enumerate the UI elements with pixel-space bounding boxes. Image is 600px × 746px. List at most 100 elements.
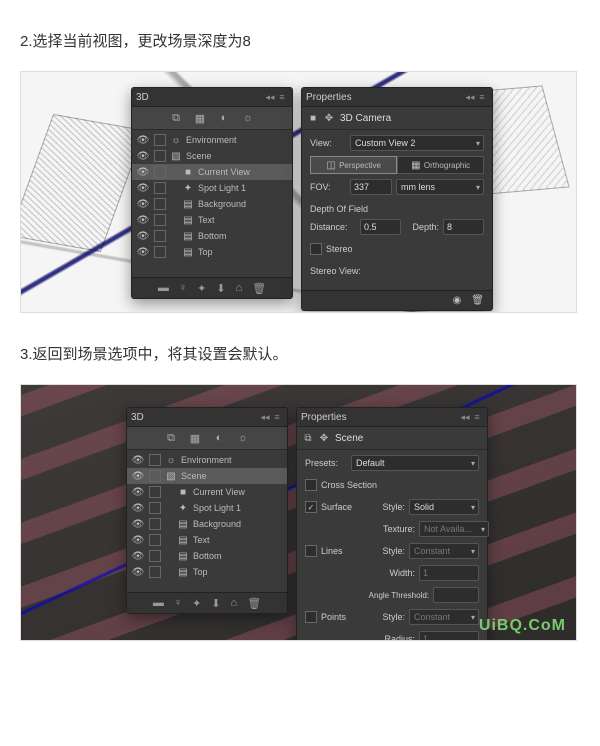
panel-header[interactable]: Properties ◂◂ ≡ (297, 408, 487, 427)
visibility-icon[interactable]: 👁 (131, 567, 145, 578)
view-dropdown[interactable]: Custom View 2 (350, 135, 484, 151)
visibility-icon[interactable]: 👁 (131, 535, 145, 546)
visibility-icon[interactable]: 👁 (136, 247, 150, 258)
mesh-icon[interactable]: ▦ (188, 431, 202, 445)
tree-row-text[interactable]: 👁▤Text (127, 532, 287, 548)
visibility-icon[interactable]: 👁 (136, 215, 150, 226)
camera-icon[interactable]: ✦ (192, 597, 201, 610)
light-icon[interactable]: ☼ (236, 431, 250, 445)
tree-row-spot-light-1[interactable]: 👁✦Spot Light 1 (127, 500, 287, 516)
select-box[interactable] (149, 502, 161, 514)
camera-icon[interactable]: ✦ (197, 282, 206, 295)
visibility-icon[interactable]: 👁 (131, 519, 145, 530)
select-box[interactable] (154, 166, 166, 178)
mesh-icon[interactable]: ▦ (193, 111, 207, 125)
orthographic-button[interactable]: ▦ Orthographic (397, 156, 484, 174)
tree-row-current-view[interactable]: 👁■Current View (127, 484, 287, 500)
material-icon[interactable]: ◐ (217, 111, 231, 125)
menu-icon[interactable]: ≡ (476, 92, 488, 102)
cross-section-checkbox[interactable] (305, 479, 317, 491)
panel-header[interactable]: 3D ◂◂ ≡ (127, 408, 287, 427)
points-checkbox[interactable] (305, 611, 317, 623)
visibility-icon[interactable]: 👁 (131, 487, 145, 498)
tree-row-background[interactable]: 👁▤Background (132, 196, 292, 212)
trash-icon[interactable]: 🗑 (247, 597, 261, 610)
perspective-button[interactable]: ◫ Perspective (310, 156, 397, 174)
presets-dropdown[interactable]: Default (351, 455, 479, 471)
panel-header[interactable]: Properties ◂◂ ≡ (302, 88, 492, 107)
collapse-icon[interactable]: ◂◂ (459, 412, 471, 423)
light-icon[interactable]: ☼ (241, 111, 255, 125)
select-box[interactable] (149, 518, 161, 530)
select-box[interactable] (154, 198, 166, 210)
ground-icon[interactable]: ▬ (158, 282, 169, 294)
select-box[interactable] (154, 150, 166, 162)
select-box[interactable] (149, 534, 161, 546)
menu-icon[interactable]: ≡ (471, 412, 483, 422)
visibility-icon[interactable]: 👁 (131, 503, 145, 514)
select-box[interactable] (149, 454, 161, 466)
visibility-icon[interactable]: 👁 (136, 231, 150, 242)
filter-icon[interactable]: ⧉ (164, 431, 178, 445)
select-box[interactable] (154, 182, 166, 194)
panel-header[interactable]: 3D ◂◂ ≡ (132, 88, 292, 107)
trash-icon[interactable]: 🗑 (471, 295, 484, 306)
visibility-icon[interactable]: 👁 (136, 151, 150, 162)
collapse-icon[interactable]: ◂◂ (259, 412, 271, 423)
collapse-icon[interactable]: ◂◂ (464, 92, 476, 103)
tree-row-scene[interactable]: 👁▧Scene (127, 468, 287, 484)
fov-unit-dropdown[interactable]: mm lens (396, 179, 484, 195)
tree-row-top[interactable]: 👁▤Top (132, 244, 292, 260)
lines-checkbox[interactable] (305, 545, 317, 557)
visibility-icon[interactable]: 👁 (136, 183, 150, 194)
tree-row-scene[interactable]: 👁▧Scene (132, 148, 292, 164)
visibility-icon[interactable]: 👁 (131, 471, 145, 482)
select-box[interactable] (149, 486, 161, 498)
new-icon[interactable]: ⌂ (231, 597, 238, 609)
scene-tree: 👁☼Environment👁▧Scene👁■Current View👁✦Spot… (127, 450, 287, 582)
3d-toolbar: ⧉ ▦ ◐ ☼ (127, 427, 287, 450)
tree-row-top[interactable]: 👁▤Top (127, 564, 287, 580)
distance-input[interactable]: 0.5 (360, 219, 401, 235)
visibility-icon[interactable]: 👁 (136, 135, 150, 146)
tree-row-spot-light-1[interactable]: 👁✦Spot Light 1 (132, 180, 292, 196)
3d-toolbar: ⧉ ▦ ◐ ☼ (132, 107, 292, 130)
tree-row-bottom[interactable]: 👁▤Bottom (132, 228, 292, 244)
surface-style-dropdown[interactable]: Solid (409, 499, 479, 515)
tree-row-background[interactable]: 👁▤Background (127, 516, 287, 532)
ground-icon[interactable]: ▬ (153, 597, 164, 609)
material-icon[interactable]: ◐ (212, 431, 226, 445)
tree-row-bottom[interactable]: 👁▤Bottom (127, 548, 287, 564)
new-icon[interactable]: ⌂ (236, 282, 243, 294)
filter-icon[interactable]: ⧉ (169, 111, 183, 125)
surface-checkbox[interactable]: ✓ (305, 501, 317, 513)
select-box[interactable] (154, 214, 166, 226)
collapse-icon[interactable]: ◂◂ (264, 92, 276, 103)
tree-row-text[interactable]: 👁▤Text (132, 212, 292, 228)
visibility-icon[interactable]: 👁 (136, 167, 150, 178)
select-box[interactable] (154, 134, 166, 146)
select-box[interactable] (149, 470, 161, 482)
tree-row-environment[interactable]: 👁☼Environment (132, 132, 292, 148)
select-box[interactable] (154, 230, 166, 242)
tree-row-environment[interactable]: 👁☼Environment (127, 452, 287, 468)
light-icon[interactable]: ♀ (179, 282, 187, 294)
add-icon[interactable]: ⬇ (211, 597, 220, 610)
select-box[interactable] (149, 566, 161, 578)
panel-title: Properties (301, 412, 459, 423)
stereo-checkbox[interactable] (310, 243, 322, 255)
select-box[interactable] (149, 550, 161, 562)
visibility-icon[interactable]: 👁 (131, 551, 145, 562)
menu-icon[interactable]: ≡ (276, 92, 288, 102)
select-box[interactable] (154, 246, 166, 258)
add-icon[interactable]: ⬇ (216, 282, 225, 295)
trash-icon[interactable]: 🗑 (252, 282, 266, 295)
visibility-icon[interactable]: 👁 (131, 455, 145, 466)
fov-input[interactable]: 337 (350, 179, 392, 195)
render-icon[interactable]: ◉ (453, 295, 462, 306)
tree-row-current-view[interactable]: 👁■Current View (132, 164, 292, 180)
visibility-icon[interactable]: 👁 (136, 199, 150, 210)
light-icon[interactable]: ♀ (174, 597, 182, 609)
depth-input[interactable]: 8 (443, 219, 484, 235)
menu-icon[interactable]: ≡ (271, 412, 283, 422)
